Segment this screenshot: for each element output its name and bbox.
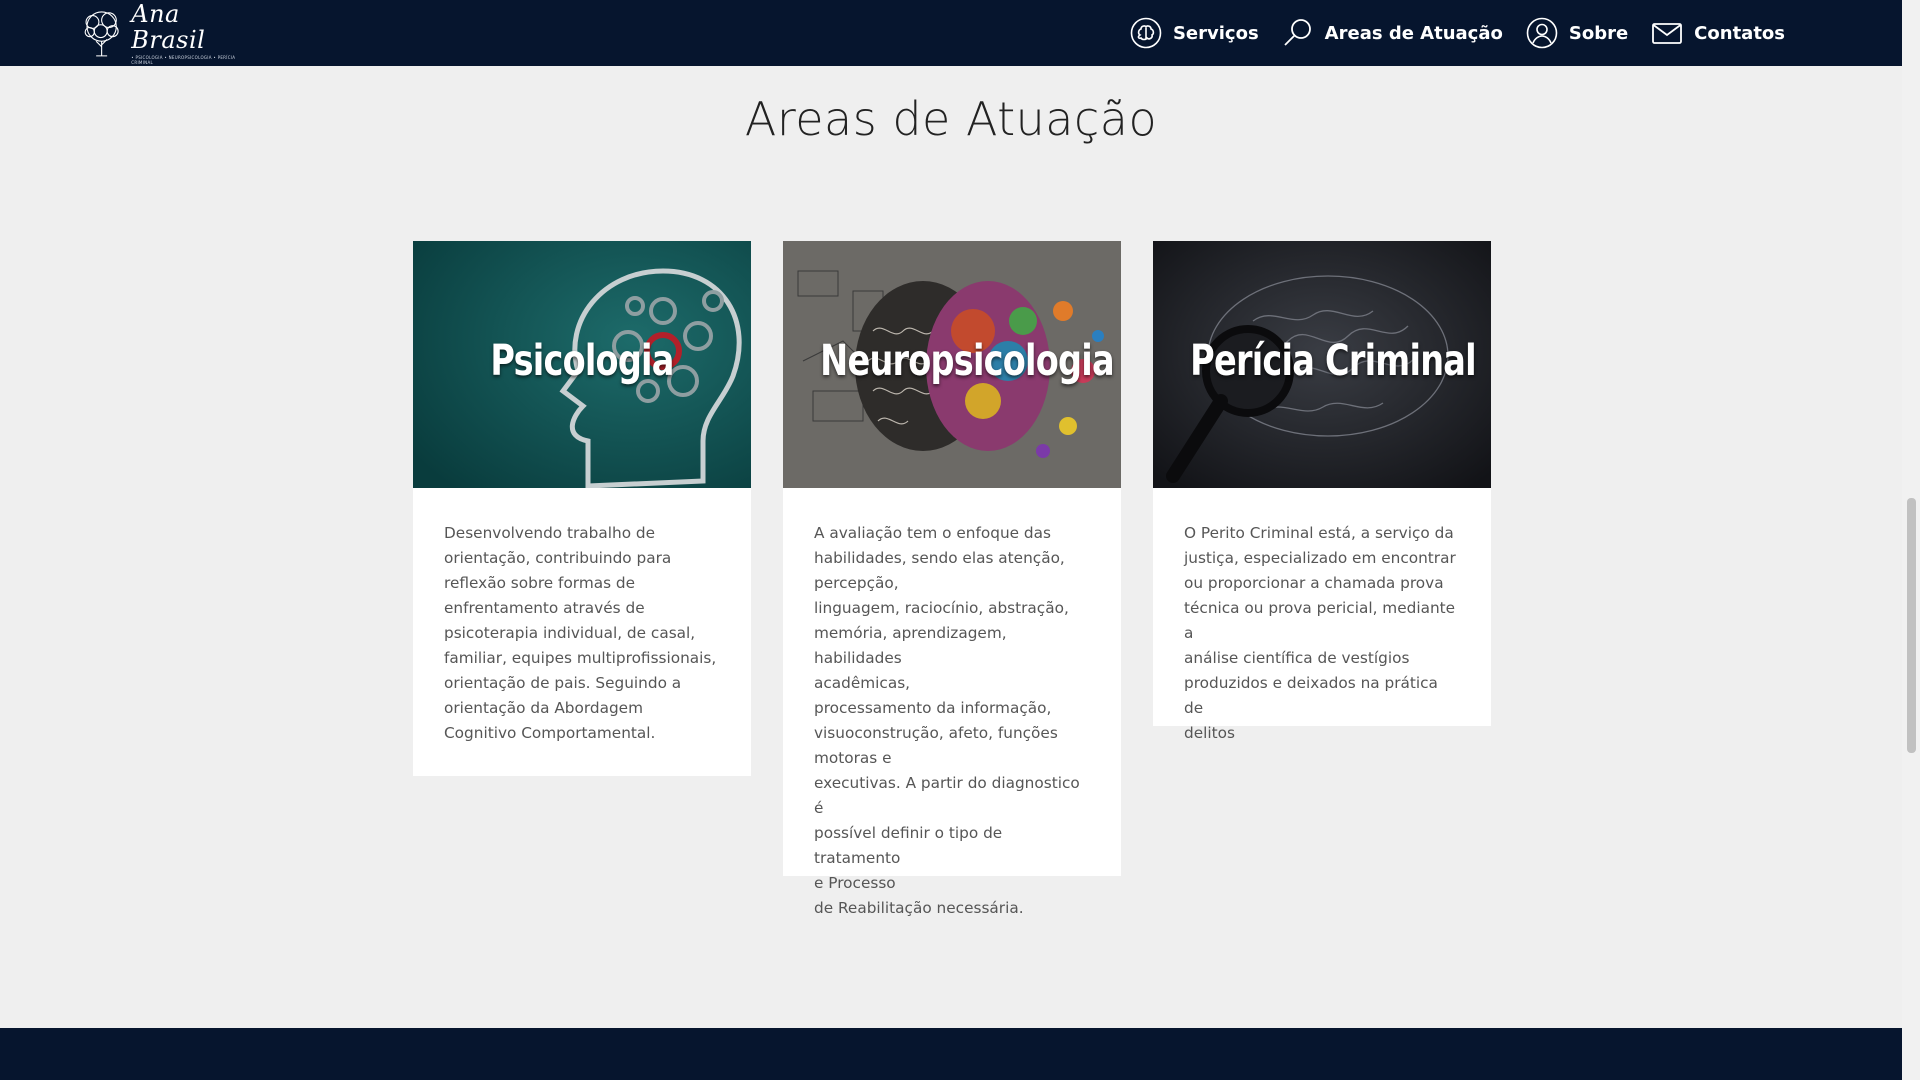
nav-item-servicos[interactable]: Serviços xyxy=(1130,17,1259,49)
footer xyxy=(0,1028,1902,1080)
nav-item-areas[interactable]: Areas de Atuação xyxy=(1282,17,1503,49)
brand-tagline: • PSICOLOGIA • NEUROPSICOLOGIA • PERÍCIA… xyxy=(131,55,236,65)
brain-icon xyxy=(1130,17,1162,49)
card-description: O Perito Criminal está, a serviço da jus… xyxy=(1184,524,1456,742)
brand-name: Ana Brasil xyxy=(131,0,206,54)
nav-label: Contatos xyxy=(1694,22,1785,44)
card-psicologia: Psicologia Desenvolvendo trabalho de ori… xyxy=(413,241,751,776)
card-image-neuropsicologia: Neuropsicologia xyxy=(783,241,1121,488)
page-scrollbar[interactable] xyxy=(1902,0,1920,1080)
top-navbar: Ana Brasil • PSICOLOGIA • NEUROPSICOLOGI… xyxy=(0,0,1902,66)
nav-label: Sobre xyxy=(1568,22,1629,44)
brand-text: Ana Brasil • PSICOLOGIA • NEUROPSICOLOGI… xyxy=(131,1,251,65)
nav-item-contatos[interactable]: Contatos xyxy=(1651,17,1785,49)
card-heading: Psicologia xyxy=(490,336,674,386)
brand-logo[interactable]: Ana Brasil • PSICOLOGIA • NEUROPSICOLOGI… xyxy=(76,1,251,65)
tree-logo-icon xyxy=(84,11,119,57)
card-image-psicologia: Psicologia xyxy=(413,241,751,488)
scrollbar-thumb[interactable] xyxy=(1907,498,1916,753)
card-pericia-criminal: Perícia Criminal O Perito Criminal está,… xyxy=(1153,241,1491,742)
card-image-pericia: Perícia Criminal xyxy=(1153,241,1491,488)
card-description: Desenvolvendo trabalho de orientação, co… xyxy=(444,524,717,742)
card-heading: Perícia Criminal xyxy=(1190,336,1476,386)
envelope-icon xyxy=(1651,17,1683,49)
section-title: Areas de Atuação xyxy=(744,92,1158,146)
magnifier-icon xyxy=(1282,17,1314,49)
main-nav: Serviços Areas de Atuação Sobre Contatos xyxy=(1130,0,1785,66)
card-neuropsicologia: Neuropsicologia A avaliação tem o enfoqu… xyxy=(783,241,1121,917)
card-description: A avaliação tem o enfoque das habilidade… xyxy=(814,524,1080,917)
nav-label: Areas de Atuação xyxy=(1324,22,1503,44)
user-icon xyxy=(1526,17,1558,49)
card-heading: Neuropsicologia xyxy=(820,336,1114,386)
nav-label: Serviços xyxy=(1172,22,1259,44)
nav-item-sobre[interactable]: Sobre xyxy=(1526,17,1628,49)
